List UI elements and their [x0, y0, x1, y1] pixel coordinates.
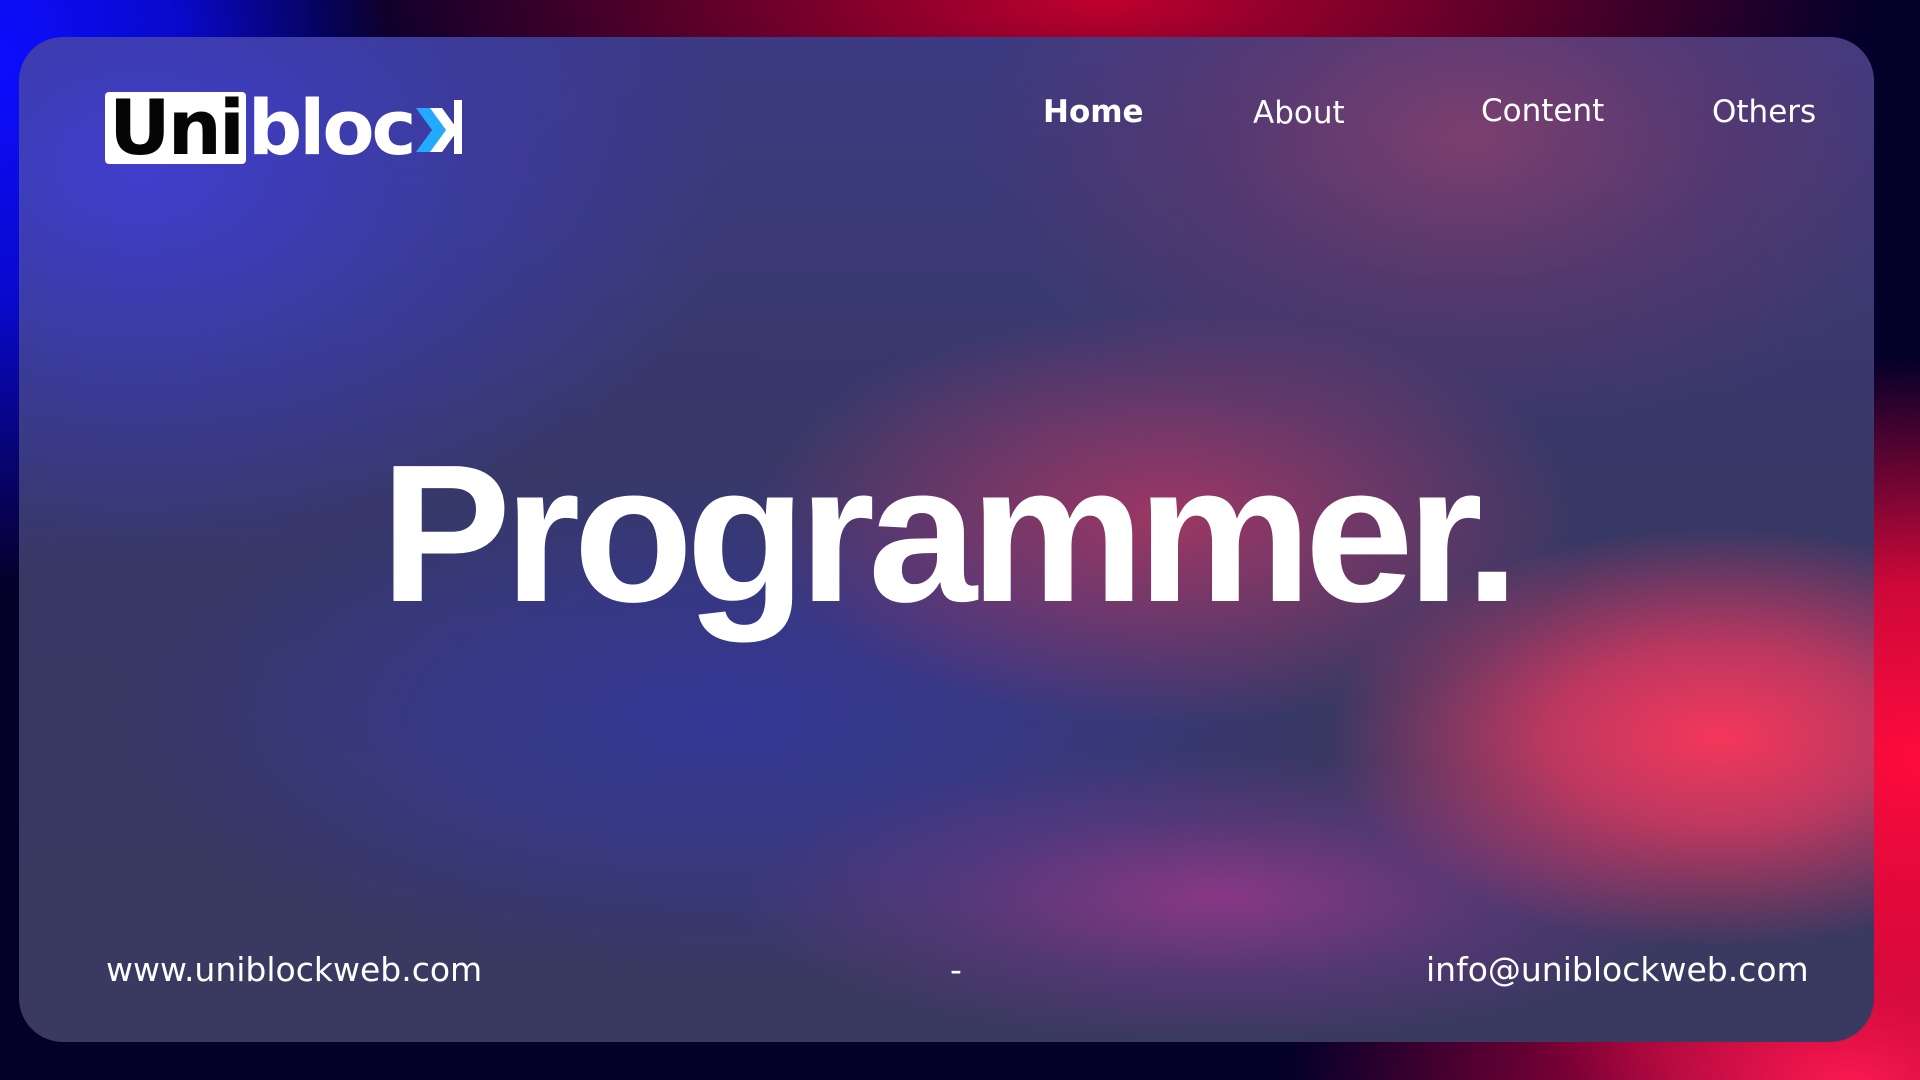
nav-others[interactable]: Others: [1712, 94, 1816, 130]
logo-plain-text: bloc: [247, 83, 417, 172]
hero-title: Programmer.: [380, 424, 1519, 643]
chevron-k-icon: [414, 96, 464, 160]
nav-about[interactable]: About: [1253, 95, 1345, 131]
footer-separator: -: [950, 950, 962, 989]
logo-boxed-part: Uni: [105, 83, 246, 172]
hero-card: Uni bloc Home About Content Others Progr…: [19, 37, 1874, 1042]
footer-website-link[interactable]: www.uniblockweb.com: [106, 950, 482, 989]
nav-home[interactable]: Home: [1043, 94, 1144, 130]
nav-content[interactable]: Content: [1481, 93, 1604, 129]
footer-email-link[interactable]: info@uniblockweb.com: [1426, 950, 1809, 989]
logo-boxed-text: Uni: [109, 83, 245, 172]
uniblock-logo[interactable]: Uni bloc: [105, 83, 464, 172]
